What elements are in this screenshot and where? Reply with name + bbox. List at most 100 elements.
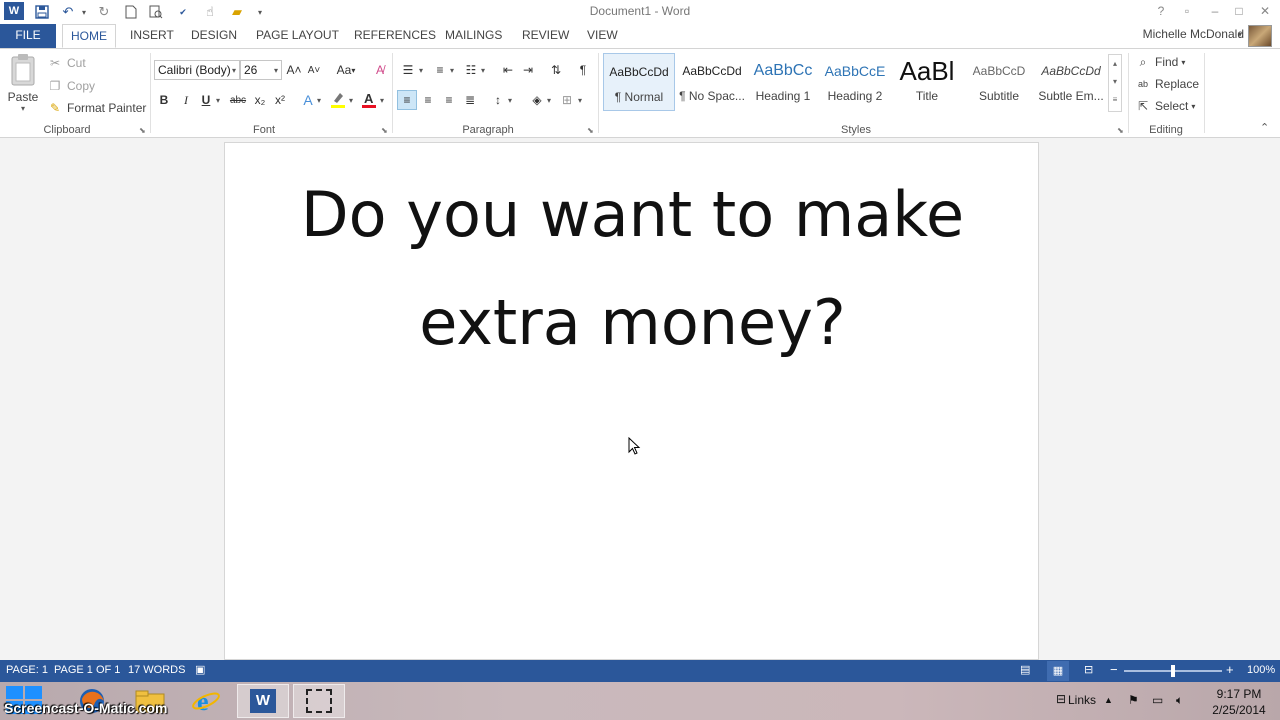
underline-dropdown-icon[interactable]: ▾ xyxy=(216,96,220,105)
page-count[interactable]: PAGE 1 OF 1 xyxy=(54,664,120,676)
change-case-button[interactable]: Aa ▾ xyxy=(332,60,360,80)
avatar[interactable] xyxy=(1248,25,1272,47)
clipboard-launcher-icon[interactable]: ⬊ xyxy=(139,126,146,135)
align-center-icon[interactable]: ≡ xyxy=(418,90,438,110)
tab-file[interactable]: FILE xyxy=(0,24,56,48)
bold-button[interactable]: B xyxy=(154,90,174,110)
chevron-down-icon[interactable]: ▾ xyxy=(578,96,582,105)
ribbon-display-icon[interactable]: ▫ xyxy=(1176,2,1198,20)
style-title[interactable]: AaBl Title xyxy=(891,53,963,111)
chevron-down-icon[interactable]: ▾ xyxy=(380,96,384,105)
tab-page-layout[interactable]: PAGE LAYOUT xyxy=(250,24,345,48)
desktop-toolbar-icon[interactable]: ⊟ xyxy=(1056,692,1066,706)
chevron-down-icon[interactable]: ▾ xyxy=(419,66,423,75)
close-icon[interactable]: ✕ xyxy=(1254,2,1276,20)
bullets-icon[interactable]: ☰ xyxy=(398,60,418,80)
zoom-slider[interactable] xyxy=(1124,665,1222,677)
shrink-font-button[interactable]: A˅ xyxy=(304,60,324,80)
tab-review[interactable]: REVIEW xyxy=(516,24,575,48)
zoom-in-icon[interactable]: + xyxy=(1226,662,1234,677)
links-toolbar[interactable]: Links xyxy=(1068,693,1096,707)
network-icon[interactable]: ▭ xyxy=(1152,693,1163,707)
user-name[interactable]: Michelle McDonald xyxy=(1143,27,1244,41)
italic-button[interactable]: I xyxy=(176,90,196,110)
highlight-icon[interactable] xyxy=(328,90,348,110)
style-subtle-emphasis[interactable]: AaBbCcDd Subtle Em... xyxy=(1035,53,1107,111)
zoom-out-icon[interactable]: − xyxy=(1110,662,1118,677)
chevron-down-icon[interactable]: ▾ xyxy=(232,66,236,75)
replace-button[interactable]: ab Replace xyxy=(1134,75,1199,93)
document-body[interactable]: Do you want to make extra money? xyxy=(225,161,1040,377)
word-taskbar-icon[interactable]: W xyxy=(237,684,289,718)
chevron-down-icon[interactable]: ▾ xyxy=(349,96,353,105)
collapse-ribbon-icon[interactable]: ⌃ xyxy=(1260,121,1269,134)
tab-references[interactable]: REFERENCES xyxy=(348,24,442,48)
style-heading-2[interactable]: AaBbCcE Heading 2 xyxy=(819,53,891,111)
numbering-icon[interactable]: ≡ xyxy=(430,60,450,80)
chevron-down-icon[interactable]: ▾ xyxy=(508,96,512,105)
subscript-button[interactable]: x₂ xyxy=(250,90,270,110)
help-icon[interactable]: ? xyxy=(1150,2,1172,20)
paste-dropdown-icon[interactable]: ▾ xyxy=(6,104,40,113)
tab-view[interactable]: VIEW xyxy=(581,24,624,48)
paragraph-launcher-icon[interactable]: ⬊ xyxy=(587,126,594,135)
increase-indent-icon[interactable]: ⇥ xyxy=(518,60,538,80)
font-launcher-icon[interactable]: ⬊ xyxy=(381,126,388,135)
align-left-icon[interactable]: ≡ xyxy=(397,90,417,110)
find-button[interactable]: ⌕ Find ▾ xyxy=(1134,53,1186,71)
web-layout-icon[interactable]: ⊟ xyxy=(1084,663,1093,676)
volume-icon[interactable]: 🔈︎ xyxy=(1176,693,1183,708)
chevron-down-icon[interactable]: ▾ xyxy=(274,66,278,75)
borders-icon[interactable]: ⊞ xyxy=(557,90,577,110)
internet-explorer-icon[interactable]: e xyxy=(180,684,232,718)
style-heading-1[interactable]: AaBbCc Heading 1 xyxy=(747,53,819,111)
grow-font-button[interactable]: A˄ xyxy=(284,60,304,80)
chevron-down-icon[interactable]: ▾ xyxy=(450,66,454,75)
style-subtitle[interactable]: AaBbCcD Subtitle xyxy=(963,53,1035,111)
page-indicator[interactable]: PAGE: 1 xyxy=(6,664,48,676)
word-count[interactable]: 17 WORDS xyxy=(128,664,185,676)
maximize-icon[interactable]: □ xyxy=(1228,2,1250,20)
screen-recorder-icon[interactable] xyxy=(293,684,345,718)
paste-button[interactable]: Paste ▾ xyxy=(6,53,40,113)
font-name-combo[interactable]: Calibri (Body) ▾ xyxy=(154,60,240,80)
zoom-level[interactable]: 100% xyxy=(1247,664,1275,676)
chevron-down-icon[interactable]: ▾ xyxy=(481,66,485,75)
decrease-indent-icon[interactable]: ⇤ xyxy=(498,60,518,80)
clock[interactable]: 9:17 PM 2/25/2014 xyxy=(1204,686,1274,718)
font-size-combo[interactable]: 26 ▾ xyxy=(240,60,282,80)
show-hidden-icons[interactable]: ▲ xyxy=(1104,695,1113,705)
zoom-slider-thumb[interactable] xyxy=(1171,665,1175,677)
styles-launcher-icon[interactable]: ⬊ xyxy=(1117,126,1124,135)
user-dropdown-icon[interactable]: ▾ xyxy=(1238,30,1242,39)
print-layout-icon[interactable]: ▦ xyxy=(1047,661,1069,681)
tab-insert[interactable]: INSERT xyxy=(124,24,180,48)
shading-icon[interactable]: ◈ xyxy=(527,90,547,110)
underline-button[interactable]: U xyxy=(196,90,216,110)
sort-icon[interactable]: ⇅ xyxy=(546,60,566,80)
strikethrough-button[interactable]: abc xyxy=(226,90,250,110)
align-right-icon[interactable]: ≡ xyxy=(439,90,459,110)
multilevel-list-icon[interactable]: ☷ xyxy=(461,60,481,80)
format-painter-button[interactable]: ✎ Format Painter xyxy=(46,99,146,117)
read-mode-icon[interactable]: ▤ xyxy=(1020,663,1030,676)
line-spacing-icon[interactable]: ↕ xyxy=(488,90,508,110)
style-normal[interactable]: AaBbCcDd ¶ Normal xyxy=(603,53,675,111)
cut-button[interactable]: ✂ Cut xyxy=(46,54,86,72)
proofing-icon[interactable]: ▣ xyxy=(195,663,205,676)
action-center-icon[interactable]: ⚑ xyxy=(1128,693,1139,707)
clear-formatting-icon[interactable]: A̸ xyxy=(370,60,390,80)
style-no-spacing[interactable]: AaBbCcDd ¶ No Spac... xyxy=(676,53,748,111)
tab-design[interactable]: DESIGN xyxy=(185,24,243,48)
superscript-button[interactable]: x² xyxy=(270,90,290,110)
tab-home[interactable]: HOME xyxy=(62,24,116,48)
chevron-down-icon[interactable]: ▾ xyxy=(317,96,321,105)
text-effects-icon[interactable]: A xyxy=(298,90,318,110)
show-marks-button[interactable]: ¶ xyxy=(573,60,593,80)
copy-button[interactable]: ❐ Copy xyxy=(46,77,95,95)
select-button[interactable]: ⇱ Select ▾ xyxy=(1134,97,1195,115)
font-color-icon[interactable]: A xyxy=(359,90,379,110)
document-page[interactable]: Do you want to make extra money? xyxy=(224,142,1039,660)
minimize-icon[interactable]: – xyxy=(1204,2,1226,20)
justify-icon[interactable]: ≣ xyxy=(460,90,480,110)
